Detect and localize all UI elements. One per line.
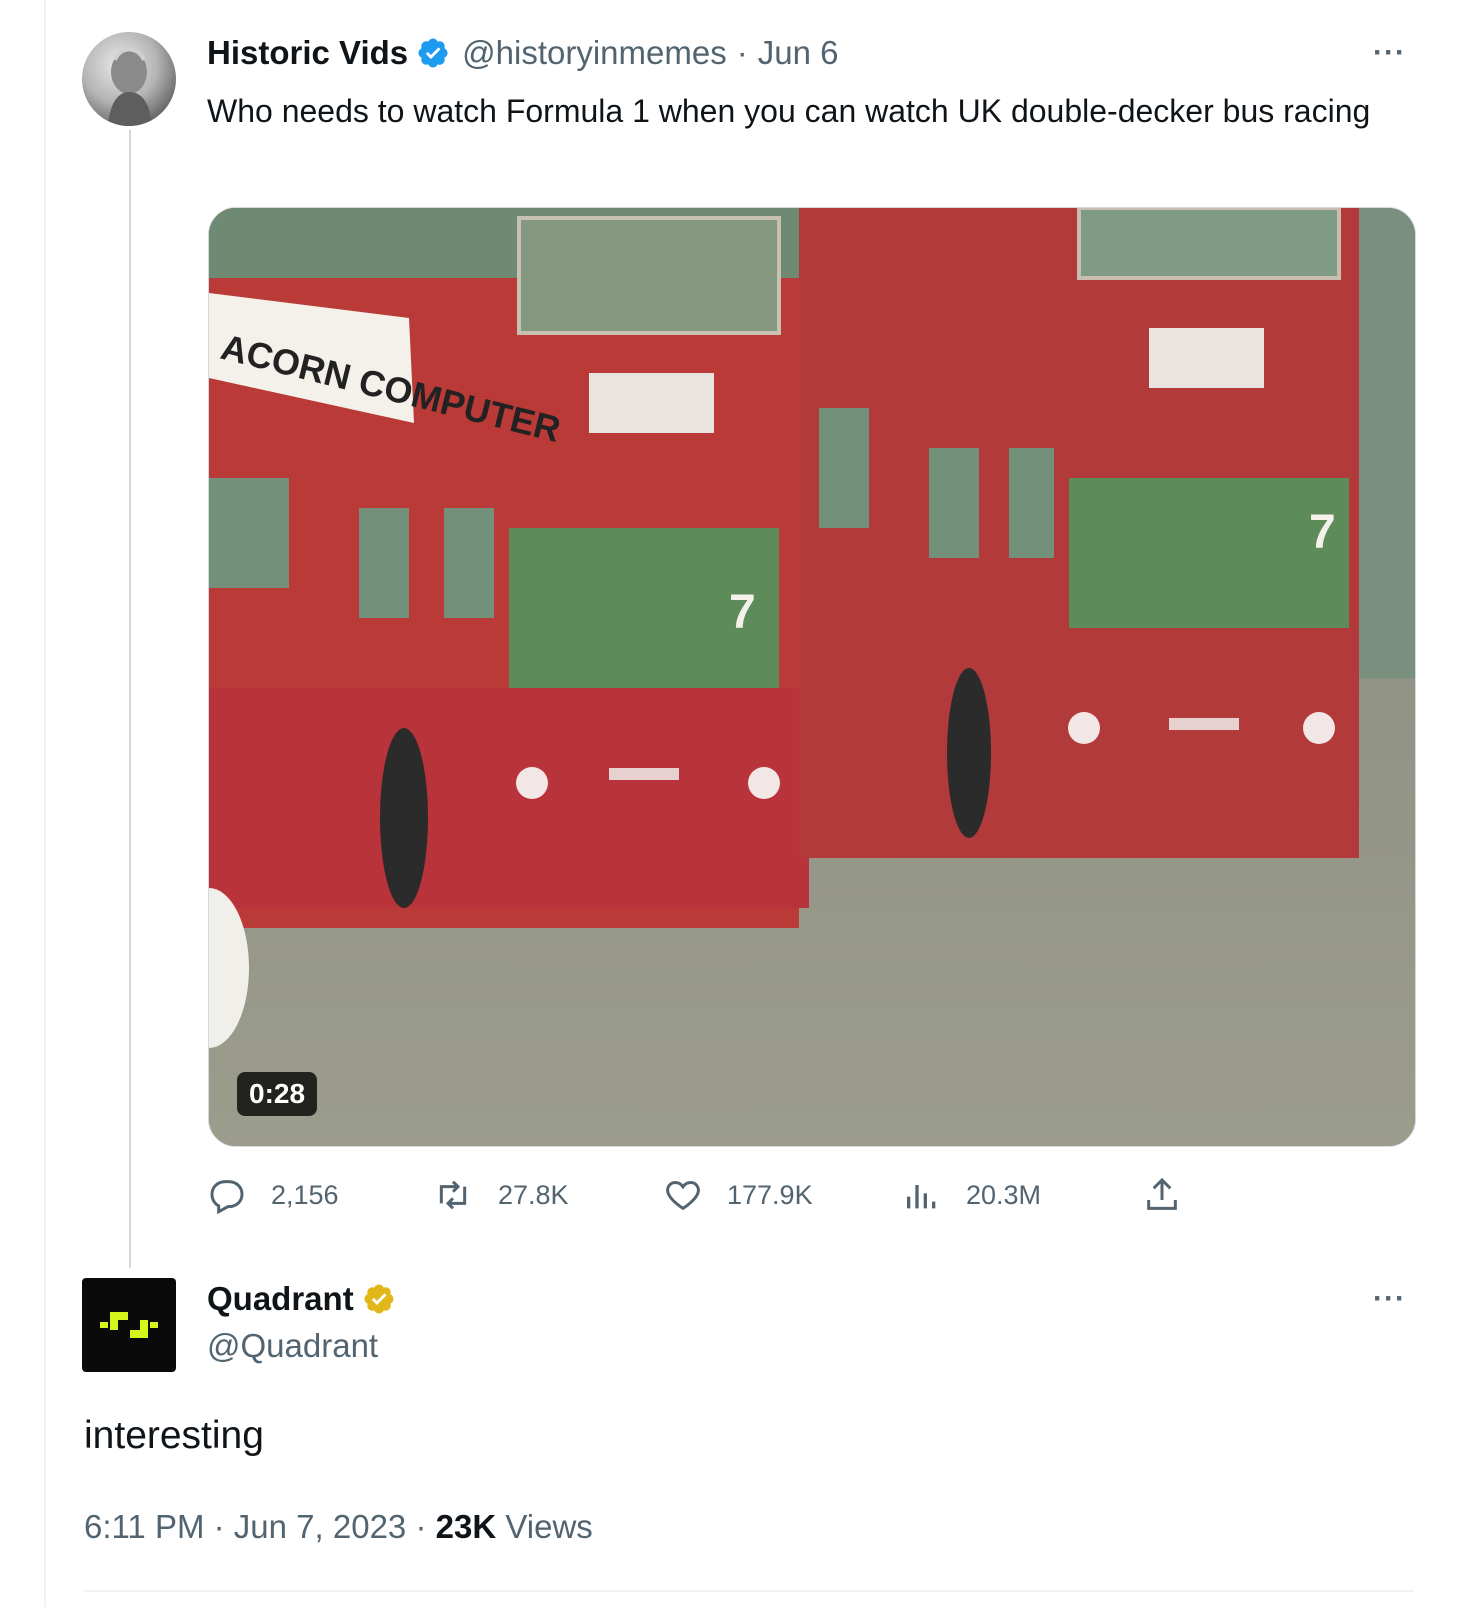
video-thumbnail: ACORN COMPUTER 7 7	[209, 208, 1415, 1146]
bus-left: ACORN COMPUTER 7	[209, 208, 809, 928]
quadrant-avatar[interactable]	[82, 1278, 176, 1372]
retweet-action[interactable]: 27.8K	[432, 1175, 569, 1215]
bust-portrait-icon	[108, 47, 152, 126]
retweet-count: 27.8K	[498, 1179, 569, 1210]
reply-date[interactable]: Jun 7, 2023	[234, 1508, 406, 1545]
reply-views-label: Views	[505, 1508, 593, 1545]
views-icon	[907, 1185, 936, 1209]
reply-count: 2,156	[271, 1179, 339, 1210]
share-action[interactable]	[1142, 1175, 1206, 1215]
video-player[interactable]: ACORN COMPUTER 7 7 0:28	[208, 207, 1416, 1147]
retweet-icon	[439, 1180, 467, 1210]
parent-display-name[interactable]: Historic Vids	[207, 34, 408, 72]
views-action[interactable]: 20.3M	[902, 1175, 1041, 1215]
reply-views-count: 23K	[435, 1508, 497, 1545]
bus-right: 7	[799, 208, 1359, 858]
reply-tweet-header: Quadrant	[207, 1280, 408, 1318]
meta-separator: ·	[736, 34, 748, 71]
reply-time[interactable]: 6:11 PM	[84, 1508, 204, 1545]
verified-gold-badge-icon	[362, 1282, 396, 1316]
parent-tweet-header: Historic Vids @historyinmemes · Jun 6	[207, 34, 838, 72]
like-count: 177.9K	[727, 1179, 813, 1210]
tweet-thread-view: Historic Vids @historyinmemes · Jun 6 ··…	[0, 0, 1460, 1607]
reply-tweet-text: interesting	[84, 1414, 264, 1457]
reply-action[interactable]: 2,156	[207, 1175, 339, 1215]
thread-connector-line	[129, 130, 131, 1268]
parent-handle[interactable]: @historyinmemes	[462, 34, 727, 72]
reply-icon	[210, 1180, 244, 1215]
reply-more-button[interactable]: ···	[1373, 1282, 1406, 1316]
views-count: 20.3M	[966, 1179, 1042, 1210]
bus-right-route-number: 7	[1309, 506, 1336, 559]
bus-left-route-number: 7	[729, 586, 756, 639]
heart-icon	[666, 1180, 700, 1211]
reply-display-name[interactable]: Quadrant	[207, 1280, 354, 1318]
historic-vids-avatar[interactable]	[82, 32, 176, 126]
verified-badge-icon	[416, 36, 450, 70]
parent-more-button[interactable]: ···	[1373, 36, 1406, 70]
reply-handle[interactable]: @Quadrant	[207, 1327, 378, 1365]
parent-action-bar: 2,156 27.8K 177.9K 20.3M	[207, 1175, 1207, 1225]
column-border	[44, 0, 46, 1607]
timestamp-separator: ·	[213, 1508, 225, 1545]
parent-date[interactable]: Jun 6	[758, 34, 839, 72]
views-separator: ·	[415, 1508, 427, 1545]
section-divider	[84, 1590, 1414, 1592]
reply-timestamp-row: 6:11 PM · Jun 7, 2023 · 23K Views	[84, 1508, 593, 1546]
quadrant-logo-icon	[100, 1312, 158, 1338]
parent-tweet-text: Who needs to watch Formula 1 when you ca…	[207, 93, 1371, 129]
video-duration-badge: 0:28	[237, 1072, 318, 1116]
like-action[interactable]: 177.9K	[663, 1175, 813, 1215]
share-icon	[1147, 1177, 1177, 1210]
